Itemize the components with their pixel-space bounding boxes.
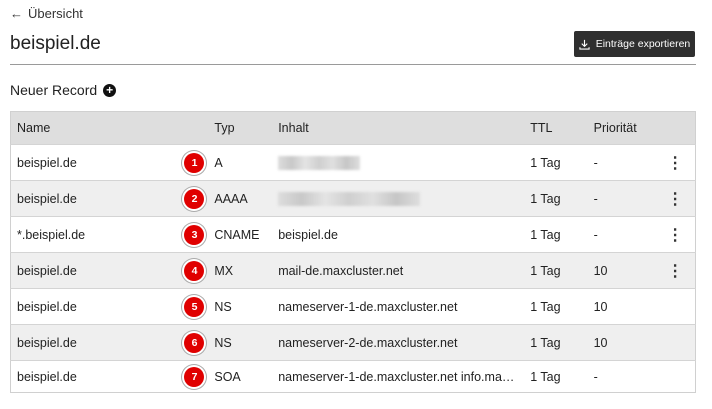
column-header-badge [180, 111, 209, 145]
record-priority: 10 [587, 288, 656, 325]
header-divider [10, 64, 696, 65]
table-row: *.beispiel.de 3 CNAME beispiel.de 1 Tag … [10, 216, 696, 253]
record-ttl: 1 Tag [524, 216, 588, 253]
record-name: beispiel.de [10, 144, 181, 181]
download-icon [579, 39, 590, 50]
redacted-content [278, 155, 361, 170]
table-header-row: Name Typ Inhalt TTL Priorität [10, 111, 696, 145]
record-number-badge: 6 [184, 332, 205, 353]
vertical-dots-icon[interactable]: ⋮ [667, 191, 683, 208]
export-entries-button[interactable]: Einträge exportieren [574, 31, 695, 57]
arrow-left-icon: ← [10, 6, 23, 21]
record-type: MX [208, 252, 273, 289]
record-type: CNAME [208, 216, 273, 253]
record-type: NS [208, 324, 273, 361]
record-number-badge: 3 [184, 224, 205, 245]
record-name: beispiel.de [10, 288, 181, 325]
record-content: mail-de.maxcluster.net [272, 252, 525, 289]
vertical-dots-icon[interactable]: ⋮ [667, 263, 683, 280]
record-type: A [208, 144, 273, 181]
back-link[interactable]: ← Übersicht [10, 6, 83, 21]
record-ttl: 1 Tag [524, 180, 588, 217]
export-entries-label: Einträge exportieren [595, 38, 691, 50]
column-header-ttl: TTL [524, 111, 588, 145]
record-number-badge: 1 [184, 152, 205, 173]
record-ttl: 1 Tag [524, 360, 588, 393]
record-priority: - [587, 144, 656, 181]
record-content [272, 180, 525, 217]
table-row: beispiel.de 2 AAAA 1 Tag - ⋮ [10, 180, 696, 217]
record-content: nameserver-1-de.maxcluster.net info.maxc… [272, 360, 525, 393]
record-name: beispiel.de [10, 180, 181, 217]
page-title: beispiel.de [10, 33, 101, 54]
record-priority: - [587, 216, 656, 253]
record-ttl: 1 Tag [524, 324, 588, 361]
table-row: beispiel.de 5 NS nameserver-1-de.maxclus… [10, 288, 696, 325]
table-row: beispiel.de 1 A 1 Tag - ⋮ [10, 144, 696, 181]
vertical-dots-icon[interactable]: ⋮ [667, 227, 683, 244]
dns-records-table: Name Typ Inhalt TTL Priorität beispiel.d… [10, 111, 696, 393]
record-type: AAAA [208, 180, 273, 217]
record-priority: - [587, 360, 656, 393]
record-ttl: 1 Tag [524, 252, 588, 289]
record-priority: 10 [587, 324, 656, 361]
record-name: *.beispiel.de [10, 216, 181, 253]
record-name: beispiel.de [10, 252, 181, 289]
record-content: nameserver-2-de.maxcluster.net [272, 324, 525, 361]
record-type: NS [208, 288, 273, 325]
table-row: beispiel.de 6 NS nameserver-2-de.maxclus… [10, 324, 696, 361]
record-content: beispiel.de [272, 216, 525, 253]
record-name: beispiel.de [10, 360, 181, 393]
record-content [272, 144, 525, 181]
column-header-actions [655, 111, 696, 145]
table-row: beispiel.de 4 MX mail-de.maxcluster.net … [10, 252, 696, 289]
record-priority: 10 [587, 252, 656, 289]
record-name: beispiel.de [10, 324, 181, 361]
back-link-label: Übersicht [28, 6, 83, 21]
new-record-label: Neuer Record [10, 82, 98, 98]
new-record-button[interactable]: Neuer Record + [10, 82, 117, 98]
column-header-prioritaet: Priorität [587, 111, 656, 145]
record-content: nameserver-1-de.maxcluster.net [272, 288, 525, 325]
vertical-dots-icon[interactable]: ⋮ [667, 155, 683, 172]
table-row: beispiel.de 7 SOA nameserver-1-de.maxclu… [10, 360, 696, 393]
record-type: SOA [208, 360, 273, 393]
record-number-badge: 7 [184, 366, 205, 387]
record-number-badge: 5 [184, 296, 205, 317]
column-header-name: Name [10, 111, 181, 145]
record-number-badge: 2 [184, 188, 205, 209]
plus-circle-icon: + [103, 83, 117, 97]
record-priority: - [587, 180, 656, 217]
column-header-inhalt: Inhalt [272, 111, 525, 145]
record-ttl: 1 Tag [524, 144, 588, 181]
redacted-content [278, 191, 421, 206]
record-ttl: 1 Tag [524, 288, 588, 325]
record-number-badge: 4 [184, 260, 205, 281]
column-header-typ: Typ [208, 111, 273, 145]
